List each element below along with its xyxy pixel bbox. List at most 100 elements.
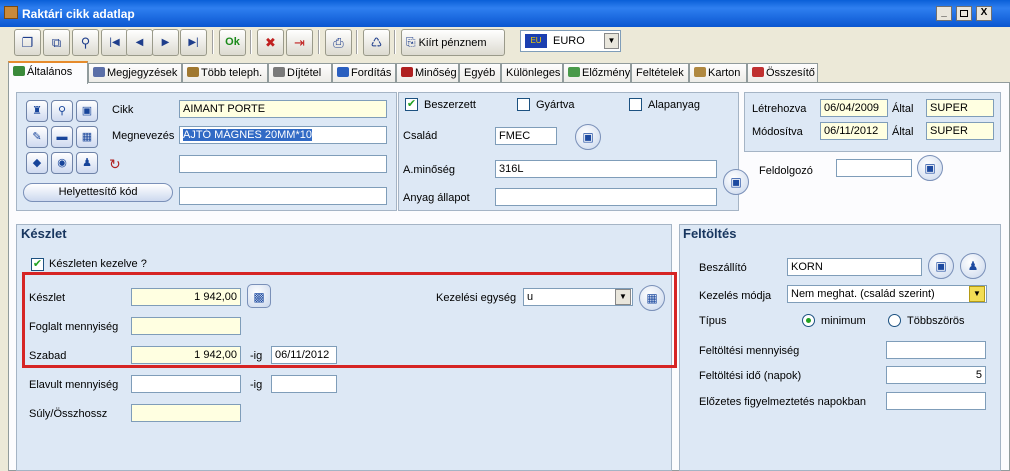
megnevezes-value: AJTÓ MÁGNES 20MM*10: [183, 129, 312, 141]
tab-kulonleges[interactable]: Különleges: [501, 63, 563, 83]
tab-tobb-teleph[interactable]: Több teleph.: [182, 63, 268, 83]
toolbar: ❐ ⧉ ⚲ |◀ ◀ ▶ ▶| Ok ✖ ⇥ ⎙ ♺ ⎘ Kiírt pénzn…: [0, 27, 1010, 59]
extra-field-1[interactable]: [179, 155, 387, 173]
aminoseg-lookup-button[interactable]: ▣: [723, 169, 749, 195]
next-record-button[interactable]: ▶: [152, 29, 179, 56]
tree-view-button[interactable]: ♜: [26, 100, 48, 122]
print-button[interactable]: ⎙: [325, 29, 352, 56]
tab-dijtetel[interactable]: Díjtétel: [268, 63, 332, 83]
currency-select[interactable]: EU EURO ▼: [520, 30, 621, 52]
tab-elozmeny[interactable]: Előzmény: [563, 63, 631, 83]
figyelmeztetes-field[interactable]: [886, 392, 986, 410]
extra-field-2[interactable]: [179, 187, 387, 205]
tab-forditas[interactable]: Fordítás: [332, 63, 396, 83]
film-icon: ▣: [730, 175, 742, 189]
elavult-date-field[interactable]: [271, 375, 337, 393]
cikk-field[interactable]: AIMANT PORTE: [179, 100, 387, 118]
tab-egyeb[interactable]: Egyéb: [459, 63, 501, 83]
tab-icon: [568, 67, 580, 77]
tab-label: Több teleph.: [201, 67, 263, 79]
copy-record-button[interactable]: ⧉: [43, 29, 70, 56]
minimum-radio[interactable]: [802, 314, 815, 327]
view-button[interactable]: ◉: [51, 152, 73, 174]
tab-label: Feltételek: [636, 67, 684, 79]
tab-label: Díjtétel: [287, 67, 322, 79]
elavult-label: Elavult mennyiség: [29, 379, 119, 391]
keszleten-kezelve-checkbox[interactable]: ✔: [31, 258, 44, 271]
csalad-lookup-button[interactable]: ▣: [575, 124, 601, 150]
tab-osszesito[interactable]: Összesítő: [747, 63, 818, 83]
currency-button-label: Kiírt pénznem: [418, 37, 487, 49]
package-button[interactable]: ◆: [26, 152, 48, 174]
chevron-down-icon: ▼: [604, 33, 619, 49]
minimize-button[interactable]: _: [936, 6, 952, 21]
tab-label: Összesítő: [766, 67, 815, 79]
beszallito-field[interactable]: KORN: [787, 258, 922, 276]
megnevezes-field[interactable]: AJTÓ MÁGNES 20MM*10: [179, 126, 387, 144]
alapanyag-checkbox[interactable]: [629, 98, 642, 111]
feltoltesi-mennyiseg-field[interactable]: [886, 341, 986, 359]
film-view-button[interactable]: ▣: [76, 100, 98, 122]
modositva-label: Módosítva: [752, 126, 803, 138]
tab-minoseg[interactable]: Minőség: [396, 63, 459, 83]
restore-button[interactable]: [956, 6, 972, 21]
eye-icon: ◉: [57, 157, 67, 169]
currency-display-button[interactable]: ⎘ Kiírt pénznem: [401, 29, 505, 56]
kezeles-modja-select[interactable]: Nem meghat. (család szerint) ▼: [787, 285, 987, 303]
money-icon: ⎘: [406, 35, 416, 49]
tab-feltetelek[interactable]: Feltételek: [631, 63, 689, 83]
tab-altalanos[interactable]: Általános: [8, 61, 88, 84]
last-arrow-icon: ▶|: [188, 37, 199, 48]
csalad-label: Család: [403, 130, 438, 142]
elavult-field[interactable]: [131, 375, 241, 393]
substitute-code-button[interactable]: Helyettesítő kód: [23, 183, 173, 202]
minimum-label: minimum: [821, 315, 866, 327]
tab-karton[interactable]: Karton: [689, 63, 747, 83]
modositva-altal-label: Által: [892, 126, 914, 138]
window-title: Raktári cikk adatlap: [22, 7, 135, 21]
first-record-button[interactable]: |◀: [101, 29, 128, 56]
tab-megjegyzesek[interactable]: Megjegyzések: [88, 63, 182, 83]
feldolgozo-lookup-button[interactable]: ▣: [917, 155, 943, 181]
refresh-icon[interactable]: ↻: [109, 156, 121, 173]
tobbszoros-radio[interactable]: [888, 314, 901, 327]
title-bar: Raktári cikk adatlap _ X: [0, 0, 1010, 27]
barcode-button[interactable]: ▬: [51, 126, 73, 148]
new-record-button[interactable]: ❐: [14, 29, 41, 56]
beszallito-lookup-button[interactable]: ▣: [928, 253, 954, 279]
toolbar-separator: [356, 30, 358, 54]
calculator-button[interactable]: ▦: [76, 126, 98, 148]
pen-button[interactable]: ✎: [26, 126, 48, 148]
gyartva-checkbox[interactable]: [517, 98, 530, 111]
ok-button[interactable]: Ok: [219, 29, 246, 56]
feltoltesi-ido-field[interactable]: 5: [886, 366, 986, 384]
app-icon: [4, 6, 18, 19]
tipus-label: Típus: [699, 315, 727, 327]
feldolgozo-field[interactable]: [836, 159, 912, 177]
user-button[interactable]: ♟: [76, 152, 98, 174]
delete-button[interactable]: ✖: [257, 29, 284, 56]
close-button[interactable]: X: [976, 6, 992, 21]
beszallito-contact-button[interactable]: ♟: [960, 253, 986, 279]
modositva-by-field: SUPER: [926, 122, 994, 140]
search-tool-button[interactable]: ⚲: [72, 29, 99, 56]
kezeles-modja-value: Nem meghat. (család szerint): [791, 288, 935, 300]
tab-icon: [694, 67, 706, 77]
csalad-field[interactable]: FMEC: [495, 127, 557, 145]
last-record-button[interactable]: ▶|: [180, 29, 207, 56]
tab-content: ♜ ⚲ ▣ ✎ ▬ ▦ ◆ ◉ ♟ ↻ Cikk AIMANT PORTE Me…: [8, 82, 1010, 471]
allapot-field[interactable]: [495, 188, 717, 206]
megnevezes-label: Megnevezés: [112, 130, 175, 142]
beszerzett-checkbox[interactable]: ✔: [405, 98, 418, 111]
tobbszoros-label: Többszörös: [907, 315, 965, 327]
new-document-icon: ❐: [21, 35, 34, 50]
find-article-button[interactable]: ⚲: [51, 100, 73, 122]
previous-record-button[interactable]: ◀: [126, 29, 153, 56]
aminoseg-field[interactable]: 316L: [495, 160, 717, 178]
tab-label: Karton: [708, 67, 741, 79]
exit-button[interactable]: ⇥: [286, 29, 313, 56]
currency-value: EURO: [553, 35, 585, 47]
aminoseg-label: A.minőség: [403, 164, 455, 176]
feldolgozo-label: Feldolgozó: [759, 165, 813, 177]
clear-button[interactable]: ♺: [363, 29, 390, 56]
